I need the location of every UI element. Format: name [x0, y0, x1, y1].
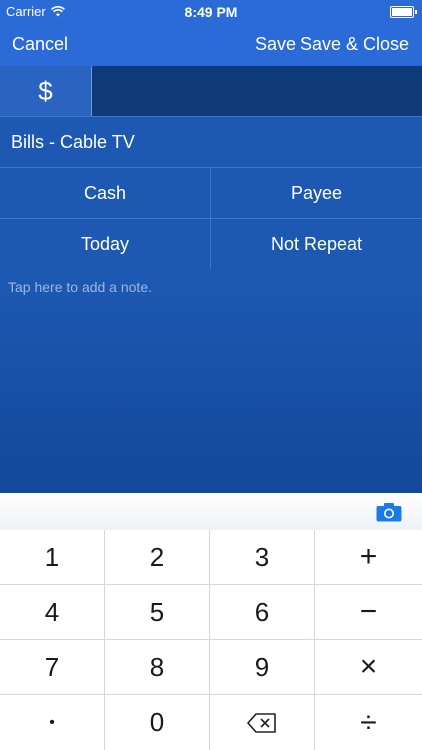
repeat-label: Not Repeat — [270, 233, 363, 254]
note-area — [0, 269, 422, 493]
key-divide-label: ÷ — [360, 705, 377, 739]
payee-button[interactable]: Payee — [211, 168, 422, 218]
amount-row: $ — [0, 66, 422, 118]
status-time: 8:49 PM — [184, 4, 238, 20]
key-4[interactable]: 4 — [0, 585, 105, 640]
note-input[interactable] — [6, 277, 420, 481]
date-label: Today — [80, 233, 130, 254]
keypad: 1 2 3 + 4 5 6 − 7 8 9 × • 0 ÷ — [0, 530, 422, 750]
key-multiply[interactable]: × — [315, 640, 422, 695]
payee-label: Payee — [290, 182, 343, 203]
key-minus-label: − — [359, 595, 378, 628]
account-label: Cash — [83, 182, 127, 203]
status-bar: Carrier 8:49 PM — [0, 0, 422, 22]
key-divide[interactable]: ÷ — [315, 695, 422, 750]
key-2[interactable]: 2 — [105, 530, 210, 585]
key-7[interactable]: 7 — [0, 640, 105, 695]
date-repeat-row: Today Not Repeat — [0, 218, 422, 270]
key-9-label: 9 — [254, 651, 270, 682]
cancel-button[interactable]: Cancel — [12, 34, 68, 55]
nav-bar: Cancel Save Save & Close — [0, 22, 422, 66]
battery-icon — [390, 6, 417, 18]
key-8-label: 8 — [149, 651, 165, 682]
key-6[interactable]: 6 — [210, 585, 315, 640]
category-label: Bills - Cable TV — [11, 132, 135, 152]
save-close-button[interactable]: Save & Close — [300, 34, 409, 55]
key-plus-label: + — [359, 540, 378, 573]
camera-icon[interactable] — [376, 502, 402, 522]
save-button[interactable]: Save — [255, 34, 296, 55]
key-1-label: 1 — [44, 541, 60, 572]
key-4-label: 4 — [44, 596, 60, 627]
key-8[interactable]: 8 — [105, 640, 210, 695]
account-payee-row: Cash Payee — [0, 167, 422, 218]
key-9[interactable]: 9 — [210, 640, 315, 695]
key-6-label: 6 — [254, 596, 270, 627]
key-dot-label: • — [49, 713, 55, 731]
date-button[interactable]: Today — [0, 219, 211, 269]
backspace-icon — [247, 712, 276, 733]
key-0[interactable]: 0 — [105, 695, 210, 750]
currency-button[interactable]: $ — [0, 66, 92, 116]
currency-symbol: $ — [38, 75, 53, 106]
key-3-label: 3 — [254, 541, 270, 572]
key-dot[interactable]: • — [0, 695, 105, 750]
key-5-label: 5 — [149, 596, 165, 627]
key-2-label: 2 — [149, 541, 165, 572]
keyboard-toolbar — [0, 493, 422, 531]
account-button[interactable]: Cash — [0, 168, 211, 218]
key-3[interactable]: 3 — [210, 530, 315, 585]
amount-input[interactable] — [92, 66, 422, 118]
key-backspace[interactable] — [210, 695, 315, 750]
key-0-label: 0 — [149, 707, 165, 737]
key-minus[interactable]: − — [315, 585, 422, 640]
key-1[interactable]: 1 — [0, 530, 105, 585]
key-plus[interactable]: + — [315, 530, 422, 585]
key-7-label: 7 — [44, 651, 60, 682]
key-5[interactable]: 5 — [105, 585, 210, 640]
repeat-button[interactable]: Not Repeat — [211, 219, 422, 269]
category-row[interactable]: Bills - Cable TV — [0, 116, 422, 167]
key-multiply-label: × — [359, 650, 378, 683]
